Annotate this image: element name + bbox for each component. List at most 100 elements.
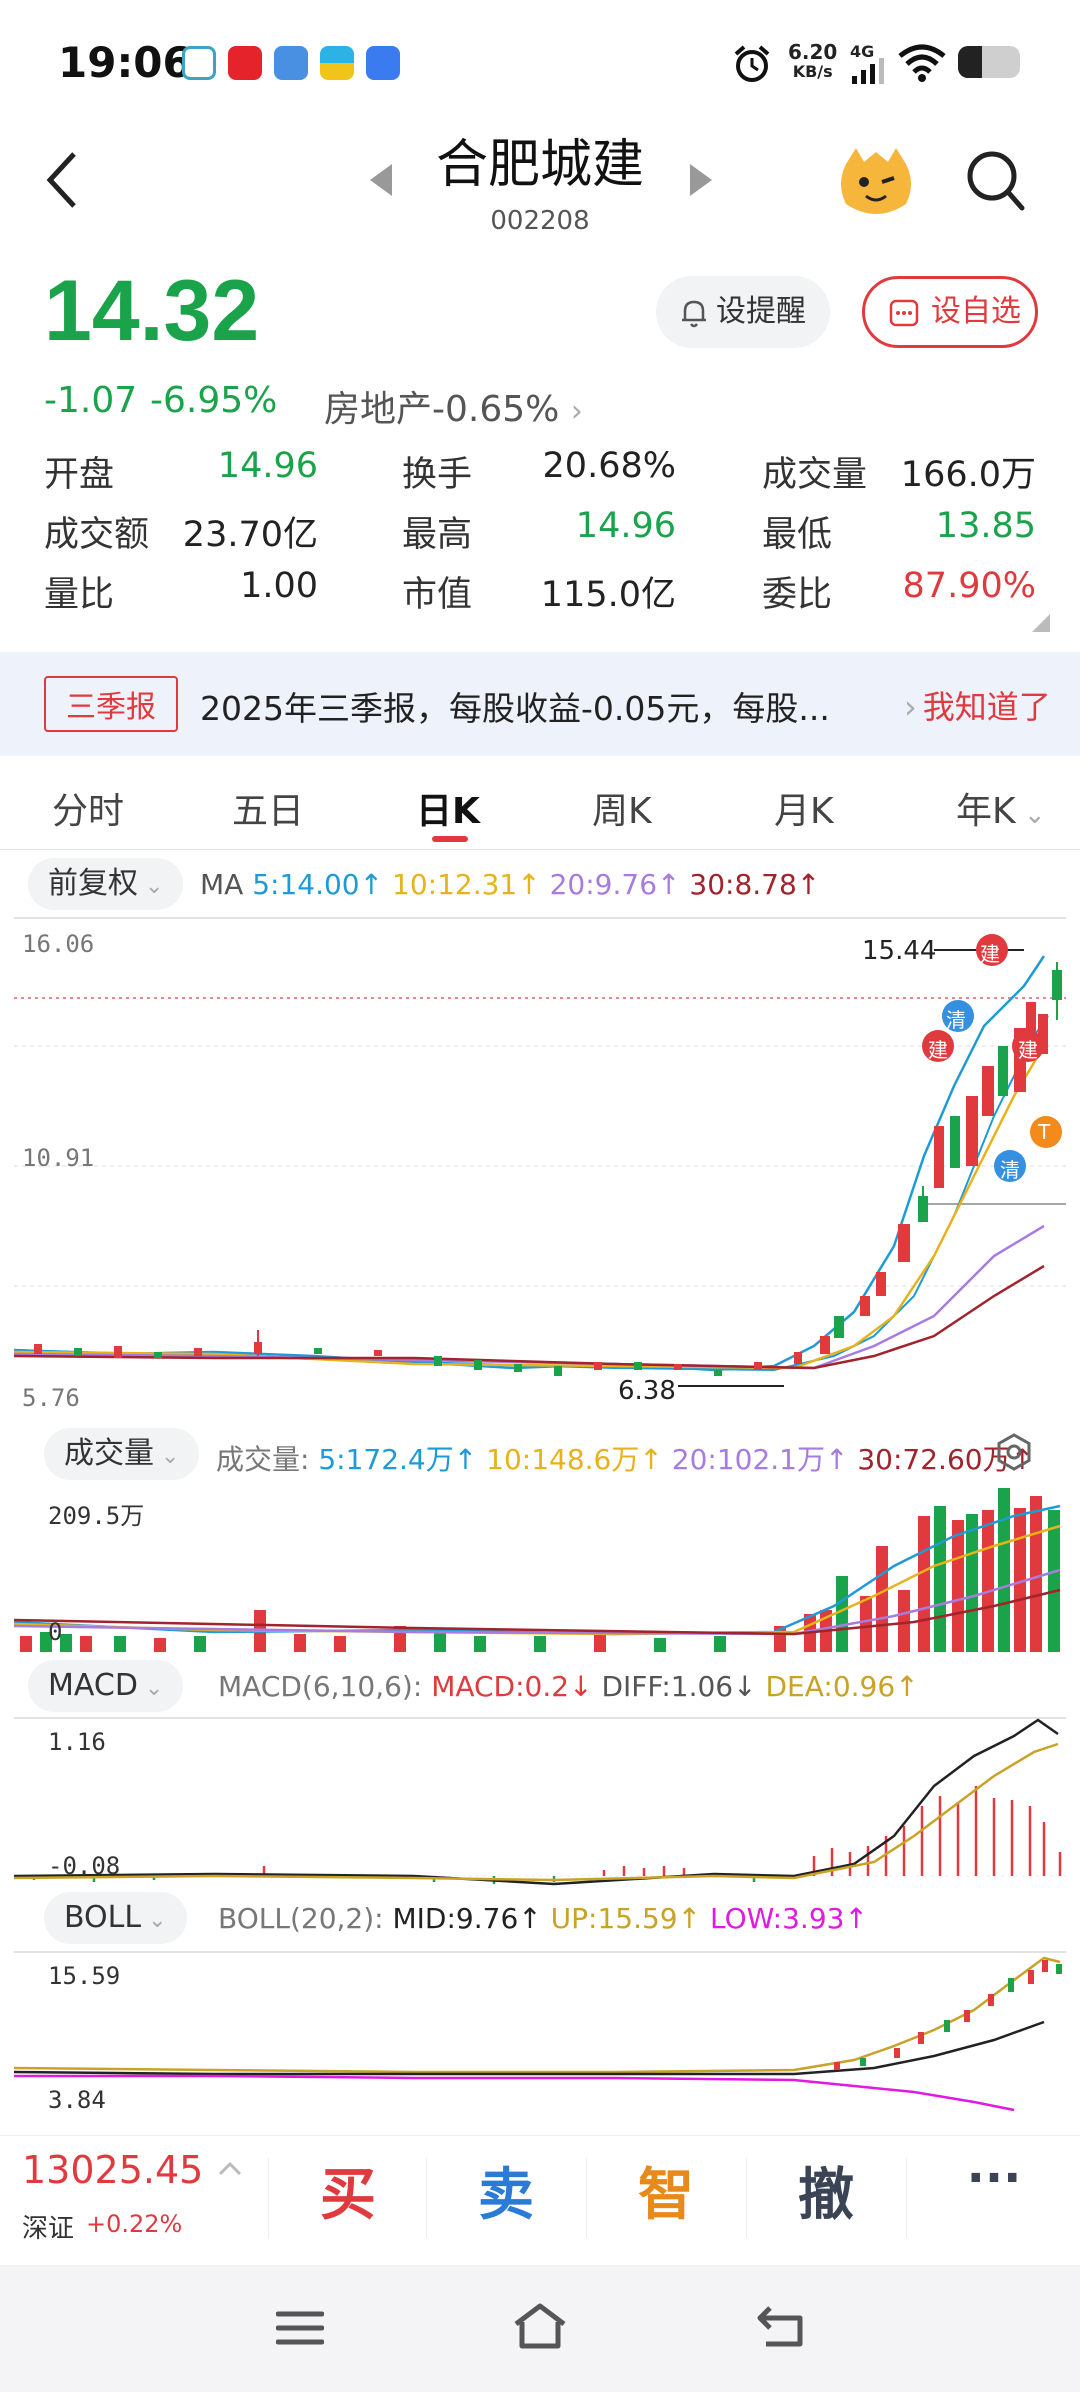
- buy-button[interactable]: 买: [268, 2150, 428, 2231]
- kline-axis-bottom: 5.76: [22, 1384, 80, 1412]
- stat-label: 开盘: [44, 455, 115, 495]
- price-change: -1.07: [44, 380, 138, 421]
- smart-button[interactable]: 智: [586, 2150, 746, 2231]
- chevron-down-icon: ⌄: [141, 1908, 167, 1933]
- kline-high-label: 15.44: [862, 936, 937, 966]
- tab-yearly-k[interactable]: 年K ⌄: [956, 782, 1046, 834]
- notice-text: 2025年三季报，每股收益-0.05元，每股...: [200, 689, 830, 728]
- net-speed: 6.20 KB/s: [788, 40, 838, 81]
- stat-value: 14.96: [575, 506, 676, 546]
- ma-legend: MA 5:14.00↑ 10:12.31↑ 20:9.76↑ 30:8.78↑: [200, 868, 821, 901]
- home-icon[interactable]: [512, 2302, 568, 2350]
- stat-value: 87.90%: [902, 566, 1036, 606]
- price-change-pct: -6.95%: [150, 380, 278, 421]
- shopping-app-icon: [228, 46, 262, 80]
- marker-build-label: 建: [980, 942, 1000, 966]
- search-icon[interactable]: [966, 150, 1026, 212]
- notice-dismiss-link[interactable]: › 我知道了: [904, 682, 1051, 728]
- stat-value: 166.0万: [900, 455, 1036, 495]
- notice-tag: 三季报: [44, 676, 178, 732]
- index-value[interactable]: 13025.45: [22, 2148, 203, 2192]
- boll-dropdown[interactable]: BOLL ⌄: [44, 1892, 187, 1944]
- macd-chart[interactable]: [14, 1716, 1066, 1892]
- period-tabs: [0, 760, 1080, 850]
- home-app-icon: [182, 46, 216, 80]
- kline-axis-mid: 10.91: [22, 1144, 95, 1172]
- stat-value: 1.00: [240, 566, 318, 606]
- chevron-down-icon: ⌄: [1015, 800, 1046, 830]
- boll-chart[interactable]: [14, 1950, 1066, 2116]
- stat-label: 最高: [402, 515, 473, 555]
- cancel-order-button[interactable]: 撤: [746, 2150, 906, 2231]
- menu-icon[interactable]: [276, 2310, 324, 2346]
- sell-button[interactable]: 卖: [426, 2150, 586, 2231]
- stat-label: 换手: [402, 455, 473, 495]
- tab-intraday[interactable]: 分时: [52, 782, 124, 834]
- macd-axis-top: 1.16: [48, 1728, 106, 1756]
- wallet-app-icon: [320, 46, 354, 80]
- marker-build-label: 建: [1018, 1038, 1038, 1062]
- stat-value: 20.68%: [542, 446, 676, 486]
- chevron-down-icon: ⌄: [137, 1676, 164, 1701]
- volume-axis-top: 209.5万: [48, 1502, 145, 1530]
- divider: [906, 2158, 907, 2238]
- notice-banner[interactable]: 三季报 2025年三季报，每股收益-0.05元，每股... › 我知道了: [0, 652, 1080, 756]
- chevron-up-icon[interactable]: [218, 2160, 242, 2176]
- stat-value: 14.96: [217, 446, 318, 486]
- battery-icon: [958, 46, 1020, 78]
- stat-label: 成交量: [762, 455, 868, 495]
- marker-clear-label: 清: [946, 1008, 966, 1032]
- wifi-icon: [898, 44, 946, 82]
- stock-code: 002208: [490, 206, 590, 236]
- stat-label: 委比: [762, 575, 833, 615]
- signal-icon: [852, 58, 884, 84]
- stat-label: 最低: [762, 515, 833, 555]
- stat-value: 115.0亿: [540, 575, 676, 615]
- set-alert-button[interactable]: 设提醒: [656, 276, 830, 348]
- watchlist-icon: [889, 299, 919, 327]
- chevron-right-icon: ›: [904, 688, 917, 726]
- browser-app-icon: [366, 46, 400, 80]
- stat-label: 量比: [44, 575, 115, 615]
- stat-label: 市值: [402, 575, 473, 615]
- marker-build-label: 建: [928, 1038, 948, 1062]
- macd-axis-bottom: -0.08: [48, 1852, 121, 1880]
- chevron-down-icon: ⌄: [138, 874, 164, 899]
- more-button[interactable]: ···: [914, 2150, 1074, 2206]
- next-stock-icon[interactable]: [688, 162, 714, 198]
- stat-value: 13.85: [935, 506, 1036, 546]
- mascot-icon[interactable]: [836, 144, 916, 220]
- tab-monthly-k[interactable]: 月K: [774, 782, 834, 834]
- adjust-dropdown[interactable]: 前复权 ⌄: [28, 858, 184, 910]
- expand-corner-icon[interactable]: [1032, 614, 1050, 632]
- tab-five-day[interactable]: 五日: [232, 782, 304, 834]
- back-nav-icon[interactable]: [756, 2304, 806, 2348]
- status-time: 19:06: [58, 38, 192, 87]
- cloud-app-icon: [274, 46, 308, 80]
- index-name: 深证: [22, 2214, 75, 2244]
- add-watchlist-button[interactable]: 设自选: [862, 276, 1038, 348]
- chevron-down-icon: ⌄: [154, 1444, 180, 1469]
- marker-clear-label: 清: [1000, 1158, 1020, 1182]
- chevron-right-icon: ›: [570, 394, 583, 429]
- settings-gear-icon[interactable]: [994, 1432, 1034, 1472]
- index-pct: +0.22%: [86, 2210, 183, 2238]
- volume-dropdown[interactable]: 成交量 ⌄: [44, 1428, 200, 1480]
- candles: [34, 962, 1062, 1376]
- volume-axis-zero: 0: [48, 1618, 63, 1646]
- boll-axis-bottom: 3.84: [48, 2086, 106, 2114]
- sector-link[interactable]: 房地产-0.65% ›: [324, 380, 583, 432]
- boll-legend: BOLL(20,2): MID:9.76↑ UP:15.59↑ LOW:3.93…: [218, 1902, 868, 1935]
- macd-dropdown[interactable]: MACD ⌄: [28, 1660, 184, 1712]
- kline-low-label: 6.38: [618, 1376, 676, 1406]
- stock-name: 合肥城建: [435, 135, 644, 195]
- current-price: 14.32: [44, 263, 260, 359]
- macd-legend: MACD(6,10,6): MACD:0.2↓ DIFF:1.06↓ DEA:0…: [218, 1670, 919, 1703]
- kline-chart[interactable]: [14, 916, 1066, 1414]
- volume-chart[interactable]: [14, 1486, 1066, 1652]
- tab-weekly-k[interactable]: 周K: [592, 782, 652, 834]
- alarm-icon: [734, 45, 770, 82]
- kline-axis-top: 16.06: [22, 930, 95, 958]
- stat-value: 23.70亿: [182, 515, 318, 555]
- tab-daily-k[interactable]: 日K: [416, 782, 480, 834]
